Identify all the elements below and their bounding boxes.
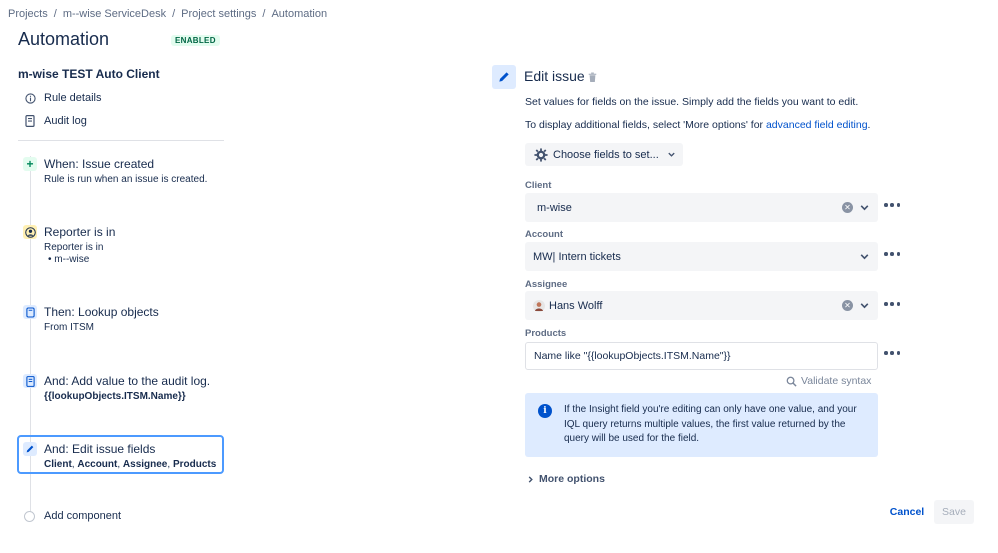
- choose-fields-button[interactable]: Choose fields to set...: [525, 143, 683, 166]
- person-icon: [23, 225, 37, 239]
- assignee-value-wrapper: Hans Wolff: [533, 299, 842, 312]
- cancel-button[interactable]: Cancel: [885, 500, 929, 524]
- assignee-select[interactable]: Hans Wolff ✕: [525, 291, 878, 320]
- component-title: When: Issue created: [44, 157, 155, 171]
- client-label: Client: [525, 180, 552, 191]
- advanced-field-editing-link[interactable]: advanced field editing: [766, 119, 868, 131]
- component-lookup[interactable]: Then: Lookup objects From ITSM: [18, 305, 224, 335]
- gear-icon: [534, 147, 548, 162]
- component-bullet: • m--wise: [48, 254, 90, 265]
- chevron-down-icon[interactable]: [859, 251, 870, 262]
- component-subtitle: Rule is run when an issue is created.: [44, 174, 208, 185]
- breadcrumb-project-settings[interactable]: Project settings: [181, 8, 256, 20]
- clear-icon[interactable]: ✕: [842, 202, 853, 213]
- rule-details-label: Rule details: [44, 92, 102, 104]
- info-icon: [24, 92, 36, 104]
- component-subtitle: Reporter is in: [44, 242, 104, 253]
- breadcrumb-automation[interactable]: Automation: [271, 8, 327, 20]
- component-title: And: Edit issue fields: [44, 442, 156, 456]
- chevron-down-icon[interactable]: [859, 202, 870, 213]
- validate-syntax-label: Validate syntax: [801, 375, 872, 387]
- info-icon: i: [538, 404, 552, 418]
- more-options-toggle[interactable]: More options: [527, 473, 605, 485]
- breadcrumb-projects[interactable]: Projects: [8, 8, 48, 20]
- panel-description: Set values for fields on the issue. Simp…: [525, 96, 859, 108]
- search-icon: [786, 376, 797, 387]
- avatar: [533, 299, 545, 312]
- chevron-right-icon: [527, 475, 534, 484]
- account-label: Account: [525, 229, 563, 240]
- page-title: Automation: [18, 29, 110, 49]
- chevron-down-icon[interactable]: [859, 300, 870, 311]
- sidebar-divider: [18, 140, 224, 141]
- audit-log-icon: [23, 374, 37, 388]
- info-text: If the Insight field you're editing can …: [564, 404, 857, 444]
- rule-details-link[interactable]: Rule details: [24, 92, 101, 104]
- products-input[interactable]: Name like "{{lookupObjects.ITSM.Name"}}: [525, 342, 878, 370]
- plus-icon: +: [23, 157, 37, 171]
- component-title: Then: Lookup objects: [44, 305, 159, 319]
- validate-syntax-button[interactable]: Validate syntax: [786, 375, 871, 387]
- trash-icon[interactable]: [586, 71, 598, 83]
- add-component-label: Add component: [44, 510, 122, 522]
- rule-name: m-wise TEST Auto Client: [18, 67, 160, 81]
- breadcrumb-separator: /: [172, 8, 176, 20]
- client-more-icon[interactable]: [884, 199, 900, 211]
- breadcrumb-servicedesk[interactable]: m--wise ServiceDesk: [63, 8, 166, 20]
- status-badge: ENABLED: [171, 35, 220, 46]
- component-edit-issue[interactable]: And: Edit issue fields Client, Account, …: [18, 442, 224, 472]
- component-trigger[interactable]: + When: Issue created Rule is run when a…: [18, 157, 224, 187]
- component-bullet-value: m--wise: [54, 254, 90, 265]
- breadcrumb: Projects / m--wise ServiceDesk / Project set…: [8, 8, 327, 20]
- audit-log-link[interactable]: Audit log: [24, 115, 87, 127]
- client-select[interactable]: m-wise ✕: [525, 193, 878, 222]
- clear-icon[interactable]: ✕: [842, 300, 853, 311]
- chevron-down-icon: [667, 150, 676, 159]
- products-label: Products: [525, 328, 567, 339]
- pencil-icon: [23, 442, 37, 456]
- component-subtitle: From ITSM: [44, 322, 94, 333]
- document-icon: [24, 115, 36, 127]
- info-message: i If the Insight field you're editing ca…: [525, 393, 878, 457]
- add-component-dot-icon: [24, 510, 35, 522]
- audit-log-label: Audit log: [44, 115, 87, 127]
- account-select[interactable]: MW| Intern tickets: [525, 242, 878, 271]
- component-title: Reporter is in: [44, 225, 116, 239]
- more-options-label: More options: [539, 473, 605, 485]
- assignee-more-icon[interactable]: [884, 298, 900, 310]
- assignee-label: Assignee: [525, 279, 568, 290]
- products-more-icon[interactable]: [884, 347, 900, 359]
- breadcrumb-separator: /: [262, 8, 266, 20]
- add-component-button[interactable]: Add component: [24, 510, 121, 522]
- assignee-value: Hans Wolff: [549, 299, 603, 312]
- panel-description-more: To display additional fields, select 'Mo…: [525, 119, 871, 131]
- component-condition[interactable]: Reporter is in Reporter is in • m--wise: [18, 225, 224, 267]
- component-subtitle: {{lookupObjects.ITSM.Name}}: [44, 391, 186, 402]
- database-icon: [23, 305, 37, 319]
- component-audit-log[interactable]: And: Add value to the audit log. {{looku…: [18, 374, 224, 404]
- account-value: MW| Intern tickets: [533, 250, 621, 263]
- account-more-icon[interactable]: [884, 248, 900, 260]
- choose-fields-label: Choose fields to set...: [553, 148, 659, 161]
- client-value: m-wise: [537, 201, 572, 214]
- save-button[interactable]: Save: [934, 500, 974, 524]
- edit-issue-pencil-icon: [492, 65, 516, 89]
- breadcrumb-separator: /: [53, 8, 57, 20]
- component-subtitle: Client, Account, Assignee, Products: [44, 459, 217, 470]
- component-title: And: Add value to the audit log.: [44, 374, 211, 388]
- panel-title: Edit issue: [524, 68, 585, 84]
